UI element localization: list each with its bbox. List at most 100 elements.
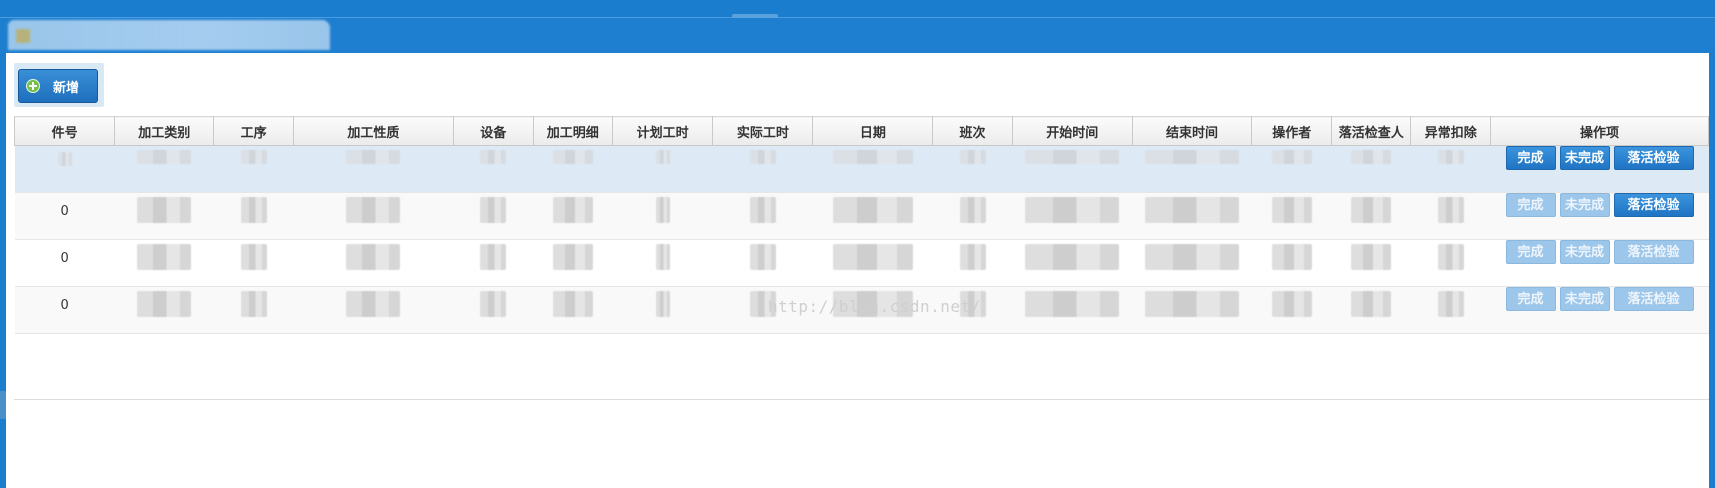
redacted-value — [832, 150, 913, 164]
data-cell — [114, 192, 214, 240]
redacted-value — [552, 291, 593, 317]
data-cell — [114, 286, 214, 334]
data-cell — [1251, 192, 1332, 240]
table-header-row: 件号 加工类别 工序 加工性质 设备 加工明细 计划工时 实际工时 日期 班次 开始时间 结束时间 操作… — [13, 116, 1709, 146]
column-header[interactable]: 加工类别 — [114, 116, 215, 146]
redacted-value — [1145, 291, 1240, 317]
data-cell — [293, 239, 454, 287]
data-cell — [712, 192, 813, 240]
table-row[interactable]: 0 完成 未完成 落活检验 — [14, 192, 1709, 240]
column-header[interactable]: 落活检查人 — [1330, 116, 1412, 146]
data-cell — [812, 192, 933, 240]
complete-button[interactable]: 完成 — [1505, 146, 1556, 170]
data-cell — [612, 192, 713, 240]
piece-no-cell — [14, 145, 115, 193]
data-cell — [1132, 286, 1252, 334]
piece-no-cell: 0 — [14, 286, 115, 334]
inspect-button[interactable]: 落活检验 — [1613, 146, 1694, 170]
incomplete-button[interactable]: 未完成 — [1559, 193, 1610, 217]
redacted-value — [137, 197, 192, 223]
column-header[interactable]: 计划工时 — [612, 116, 714, 146]
data-cell — [1012, 239, 1133, 287]
table-row[interactable]: 0 完成 未完成 落活检验 — [14, 239, 1709, 287]
redacted-value — [57, 152, 72, 166]
redacted-value — [655, 197, 670, 223]
column-header[interactable]: 日期 — [812, 116, 934, 146]
data-cell — [1410, 192, 1491, 240]
column-header[interactable]: 实际工时 — [712, 116, 814, 146]
data-cell — [114, 239, 214, 287]
redacted-value — [1025, 150, 1120, 164]
piece-no-cell: 0 — [14, 239, 115, 287]
complete-button[interactable]: 完成 — [1505, 287, 1556, 311]
redacted-value — [655, 244, 670, 270]
redacted-value — [832, 197, 913, 223]
data-cell — [1331, 239, 1411, 287]
data-cell — [533, 145, 613, 193]
data-cell — [533, 239, 613, 287]
column-header[interactable]: 操作项 — [1490, 116, 1709, 146]
column-header[interactable]: 异常扣除 — [1410, 116, 1491, 146]
column-header[interactable]: 操作者 — [1251, 116, 1332, 146]
redacted-value — [552, 197, 593, 223]
redacted-value — [346, 150, 401, 164]
inspect-button[interactable]: 落活检验 — [1613, 193, 1694, 217]
redacted-value — [1437, 244, 1464, 270]
column-header[interactable]: 结束时间 — [1131, 116, 1253, 146]
column-header[interactable]: 加工性质 — [292, 116, 454, 146]
redacted-value — [480, 291, 507, 317]
redacted-value — [655, 150, 670, 164]
data-cell — [1251, 286, 1332, 334]
data-cell — [1132, 192, 1252, 240]
column-header[interactable]: 加工明细 — [532, 116, 614, 146]
piece-no: 0 — [60, 298, 69, 313]
redacted-value — [240, 150, 267, 164]
column-header[interactable]: 件号 — [13, 116, 116, 146]
data-cell — [1251, 239, 1332, 287]
redacted-value — [1271, 150, 1312, 164]
redacted-value — [1351, 150, 1392, 164]
redacted-value — [346, 244, 401, 270]
right-frame — [1709, 53, 1715, 488]
redacted-value — [1025, 291, 1120, 317]
complete-button[interactable]: 完成 — [1505, 193, 1556, 217]
window-title-tab[interactable] — [8, 20, 330, 50]
data-cell — [612, 239, 713, 287]
inspect-button[interactable]: 落活检验 — [1613, 287, 1694, 311]
redacted-value — [1145, 244, 1240, 270]
redacted-value — [552, 244, 593, 270]
data-cell — [712, 239, 813, 287]
incomplete-button[interactable]: 未完成 — [1559, 287, 1610, 311]
redacted-value — [959, 150, 986, 164]
data-cell — [114, 145, 214, 193]
inspect-button[interactable]: 落活检验 — [1613, 240, 1694, 264]
redacted-value — [137, 150, 192, 164]
column-header[interactable]: 工序 — [213, 116, 294, 146]
column-header[interactable]: 设备 — [452, 116, 534, 146]
data-cell — [453, 286, 533, 334]
piece-no: 0 — [60, 251, 69, 266]
redacted-value — [1025, 244, 1120, 270]
redacted-value — [1437, 150, 1464, 164]
incomplete-button[interactable]: 未完成 — [1559, 240, 1610, 264]
actions-cell: 完成 未完成 落活检验 — [1490, 192, 1709, 240]
redacted-value — [1351, 197, 1392, 223]
add-button[interactable]: 新增 — [18, 69, 98, 103]
table-row[interactable]: 完成 未完成 落活检验 — [14, 145, 1709, 193]
column-header[interactable]: 开始时间 — [1011, 116, 1133, 146]
redacted-value — [1351, 244, 1392, 270]
column-header[interactable]: 班次 — [932, 116, 1013, 146]
plus-circle-icon — [26, 79, 40, 93]
data-cell — [213, 286, 294, 334]
redacted-value — [1271, 197, 1312, 223]
redacted-value — [480, 150, 507, 164]
complete-button[interactable]: 完成 — [1505, 240, 1556, 264]
redacted-value — [346, 291, 401, 317]
data-cell — [932, 239, 1013, 287]
data-cell — [1132, 145, 1252, 193]
data-cell — [1012, 145, 1133, 193]
incomplete-button[interactable]: 未完成 — [1559, 146, 1610, 170]
top-bar — [0, 0, 1715, 18]
data-cell — [1132, 239, 1252, 287]
redacted-value — [959, 244, 986, 270]
